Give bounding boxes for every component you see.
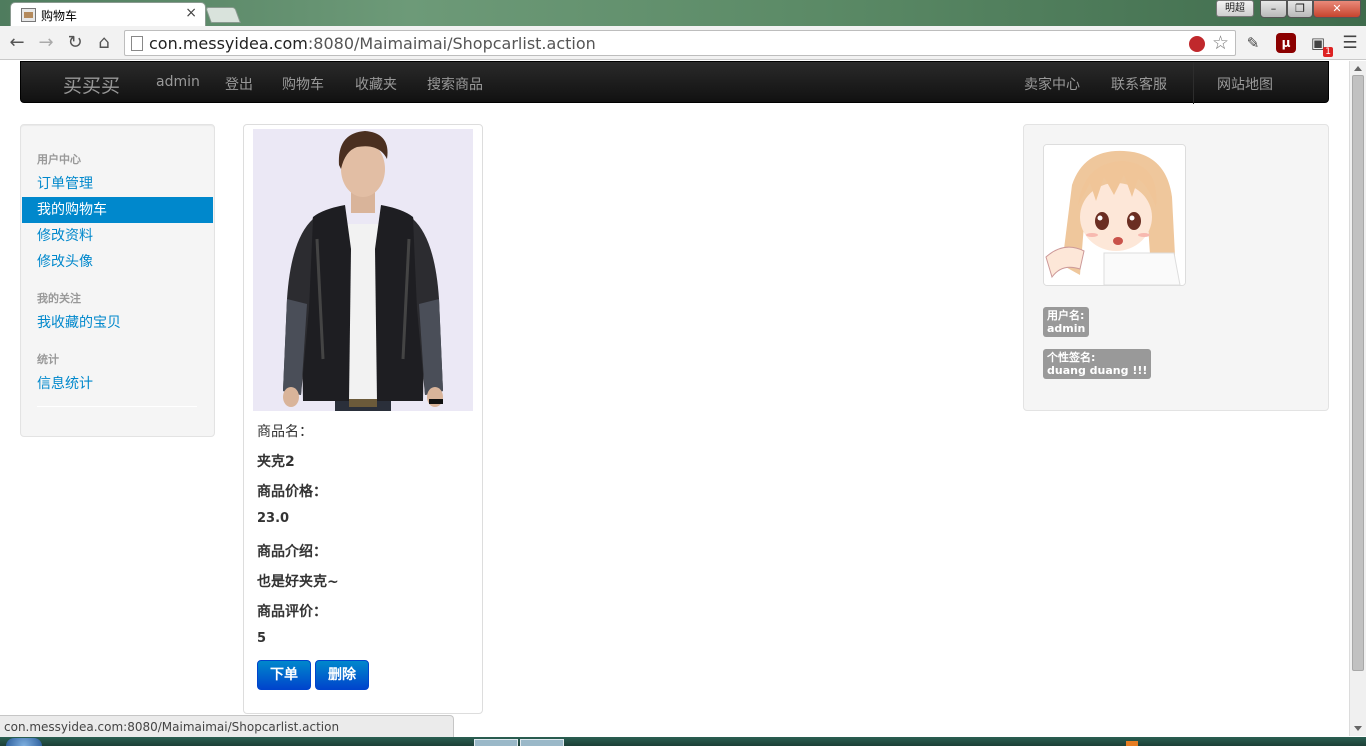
status-bar-url: con.messyidea.com:8080/Maimaimai/Shopcar… <box>0 715 454 737</box>
nav-link-logout[interactable]: 登出 <box>225 74 253 94</box>
signature-value: duang duang !!! <box>1047 364 1148 377</box>
product-name-label: 商品名： <box>257 424 313 440</box>
sidebar-header-following: 我的关注 <box>37 292 81 305</box>
product-image[interactable] <box>253 129 473 411</box>
sidebar: 用户中心 订单管理 我的购物车 修改资料 修改头像 我的关注 我收藏的宝贝 统计… <box>20 124 215 437</box>
sidebar-item-statistics[interactable]: 信息统计 <box>22 371 213 397</box>
minimize-button[interactable]: – <box>1260 0 1287 18</box>
site-brand[interactable]: 买买买 <box>63 71 120 98</box>
tab-title: 购物车 <box>41 9 78 23</box>
nav-link-customer-service[interactable]: 联系客服 <box>1111 74 1167 94</box>
cart-product-card: 商品名： 夹克2 商品价格： 23.0 商品介绍： 也是好夹克~ 商品评价： 5… <box>243 124 483 714</box>
evernote-extension-icon[interactable]: ✎ <box>1243 33 1263 53</box>
browser-toolbar: ← → ↻ ⌂ con.messyidea.com:8080/Maimaimai… <box>0 26 1366 60</box>
bookmark-star-icon[interactable]: ☆ <box>1212 32 1229 54</box>
sidebar-header-user-center: 用户中心 <box>37 153 81 166</box>
top-navbar: 买买买 admin 登出 购物车 收藏夹 搜索商品 卖家中心 联系客服 网站地图 <box>20 61 1329 104</box>
sidebar-item-favorites[interactable]: 我收藏的宝贝 <box>22 310 213 336</box>
product-intro-label: 商品介绍： <box>257 544 327 560</box>
anime-avatar-image <box>1044 145 1185 285</box>
page-icon <box>131 36 143 51</box>
scroll-down-icon[interactable] <box>1354 726 1362 731</box>
os-taskbar <box>0 737 1366 746</box>
nav-link-cart[interactable]: 购物车 <box>282 74 324 94</box>
avatar[interactable] <box>1043 144 1186 286</box>
tray-icon[interactable] <box>1126 741 1138 746</box>
product-price: 23.0 <box>257 511 290 526</box>
menu-icon[interactable]: ☰ <box>1340 33 1360 53</box>
username-badge: 用户名: admin <box>1043 307 1090 337</box>
username-value: admin <box>1047 322 1086 335</box>
sidebar-item-orders[interactable]: 订单管理 <box>22 171 213 197</box>
product-name: 夹克2 <box>257 454 295 470</box>
window-titlebar: 购物车 × 明超 – ❐ ✕ <box>0 0 1366 26</box>
reload-icon[interactable]: ↻ <box>64 32 86 54</box>
window-controls: – ❐ ✕ <box>1260 0 1362 18</box>
nav-link-admin[interactable]: admin <box>156 74 200 90</box>
nav-link-seller-center[interactable]: 卖家中心 <box>1024 74 1080 94</box>
signature-label: 个性签名: <box>1047 351 1096 364</box>
nav-divider <box>1193 62 1194 104</box>
username-label: 用户名: <box>1047 309 1085 322</box>
browser-tab[interactable]: 购物车 × <box>10 2 206 26</box>
url-text[interactable]: con.messyidea.com:8080/Maimaimai/Shopcar… <box>149 34 596 53</box>
sidebar-header-stats: 统计 <box>37 353 59 366</box>
start-button-icon[interactable] <box>6 738 42 746</box>
ublock-extension-icon[interactable]: μ <box>1276 33 1296 53</box>
delete-button[interactable]: 删除 <box>315 660 369 690</box>
product-rating-label: 商品评价： <box>257 604 327 620</box>
taskbar-item[interactable] <box>474 739 518 746</box>
sidebar-item-edit-avatar[interactable]: 修改头像 <box>22 249 213 275</box>
page-favicon-icon <box>21 8 36 22</box>
scrollbar-thumb[interactable] <box>1352 75 1364 671</box>
signature-badge: 个性签名: duang duang !!! <box>1043 349 1152 379</box>
address-bar[interactable]: con.messyidea.com:8080/Maimaimai/Shopcar… <box>124 30 1236 56</box>
close-window-button[interactable]: ✕ <box>1313 0 1361 18</box>
tab-close-icon[interactable]: × <box>185 5 197 21</box>
maximize-button[interactable]: ❐ <box>1287 0 1313 18</box>
product-price-label: 商品价格： <box>257 484 327 500</box>
jacket-model-photo <box>253 129 473 411</box>
taskbar-item[interactable] <box>520 739 564 746</box>
page-scrollbar[interactable] <box>1349 61 1366 736</box>
notification-extension-icon[interactable]: ▣ 1 <box>1308 33 1333 57</box>
extension-badge: 1 <box>1323 47 1333 57</box>
sidebar-item-my-cart[interactable]: 我的购物车 <box>22 197 213 223</box>
nav-link-favorites[interactable]: 收藏夹 <box>355 74 397 94</box>
blocked-content-icon[interactable] <box>1189 36 1205 52</box>
order-button[interactable]: 下单 <box>257 660 311 690</box>
new-tab-button[interactable] <box>205 7 241 23</box>
page-viewport: 买买买 admin 登出 购物车 收藏夹 搜索商品 卖家中心 联系客服 网站地图… <box>0 61 1349 736</box>
sidebar-divider <box>37 406 197 407</box>
home-icon[interactable]: ⌂ <box>93 32 115 54</box>
forward-arrow-icon[interactable]: → <box>35 32 57 54</box>
back-arrow-icon[interactable]: ← <box>6 32 28 54</box>
nav-link-sitemap[interactable]: 网站地图 <box>1217 74 1273 94</box>
product-intro: 也是好夹克~ <box>257 574 339 590</box>
scroll-up-icon[interactable] <box>1354 66 1362 71</box>
profile-button[interactable]: 明超 <box>1216 0 1254 17</box>
user-profile-panel: 用户名: admin 个性签名: duang duang !!! <box>1023 124 1329 411</box>
product-rating: 5 <box>257 631 267 646</box>
sidebar-item-edit-profile[interactable]: 修改资料 <box>22 223 213 249</box>
nav-link-search[interactable]: 搜索商品 <box>427 74 483 94</box>
